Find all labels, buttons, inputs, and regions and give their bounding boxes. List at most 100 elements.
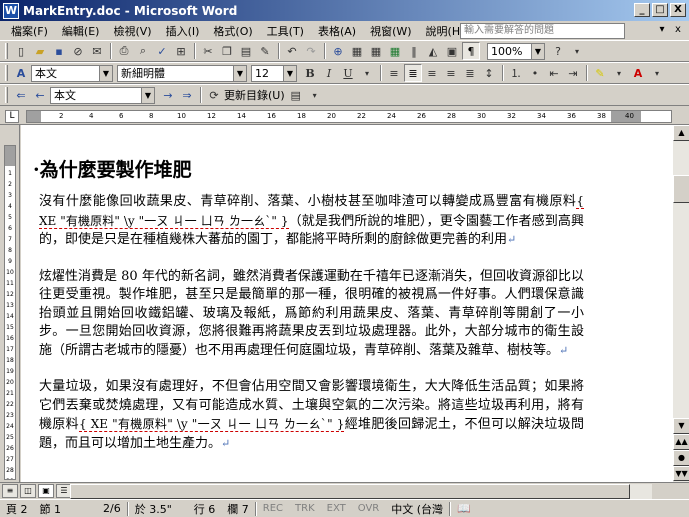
styles-formatting-icon[interactable]: A: [12, 64, 30, 82]
browse-object-icon[interactable]: ●: [673, 450, 689, 466]
print-layout-view-icon[interactable]: ▣: [38, 484, 54, 498]
highlight-icon[interactable]: ✎: [591, 64, 609, 82]
decrease-indent-icon[interactable]: ⇤: [545, 64, 563, 82]
status-ovr[interactable]: OVR: [352, 503, 385, 514]
menu-view[interactable]: 檢視(V): [106, 23, 158, 39]
promote-icon[interactable]: ←: [31, 86, 49, 104]
insert-excel-icon[interactable]: ▦: [386, 42, 404, 60]
insert-table-icon[interactable]: ▦: [367, 42, 385, 60]
help-question-input[interactable]: 輸入需要解答的問題: [460, 23, 625, 39]
zoom-dropdown-icon[interactable]: ▼: [531, 43, 544, 59]
web-layout-view-icon[interactable]: ◫: [20, 484, 36, 498]
tab-selector[interactable]: L: [5, 110, 19, 123]
print-preview-icon[interactable]: ⌕: [134, 42, 152, 60]
increase-indent-icon[interactable]: ⇥: [564, 64, 582, 82]
help-dropdown-icon[interactable]: ▾: [655, 23, 669, 37]
previous-page-icon[interactable]: ▲▲: [673, 434, 689, 450]
font-dropdown-icon[interactable]: ▼: [233, 65, 246, 81]
underline-dropdown-icon[interactable]: ▾: [358, 64, 376, 82]
document-content[interactable]: ·為什麼要製作堆肥 沒有什麼能像回收蔬果皮、青草碎削、落葉、小樹枝甚至咖啡渣可以…: [33, 155, 584, 471]
status-rec[interactable]: REC: [257, 503, 289, 514]
columns-icon[interactable]: ‖: [405, 42, 423, 60]
horizontal-ruler[interactable]: 2 4 6 8 10 12 14 16 18 20 22 24 26 28 30…: [26, 110, 672, 123]
paste-icon[interactable]: ▤: [237, 42, 255, 60]
paragraph-1[interactable]: 沒有什麼能像回收蔬果皮、青草碎削、落葉、小樹枝甚至咖啡渣可以轉變成爲豐富有機原料…: [39, 192, 584, 250]
word-app-icon[interactable]: W: [3, 2, 19, 19]
research-icon[interactable]: ⊞: [172, 42, 190, 60]
style-dropdown-icon[interactable]: ▼: [99, 65, 112, 81]
zoom-select[interactable]: 100% ▼: [487, 42, 545, 60]
hyperlink-icon[interactable]: ⊕: [329, 42, 347, 60]
copy-icon[interactable]: ❐: [218, 42, 236, 60]
close-document-button[interactable]: x: [671, 23, 685, 37]
update-toc-icon[interactable]: ⟳: [205, 86, 223, 104]
outline-level-select[interactable]: 本文 ▼: [50, 86, 155, 104]
bold-button[interactable]: B: [301, 64, 319, 82]
paragraph-3[interactable]: 大量垃圾，如果沒有處理好，不但會佔用空間又會影響環境衛生，大大降低生活品質；如果…: [39, 378, 584, 453]
font-select[interactable]: 新細明體 ▼: [117, 64, 247, 82]
scroll-thumb[interactable]: [673, 175, 689, 203]
spelling-icon[interactable]: ✓: [153, 42, 171, 60]
toc-link-icon[interactable]: ▤: [287, 86, 305, 104]
status-trk[interactable]: TRK: [289, 503, 321, 514]
help-icon[interactable]: ?: [549, 42, 567, 60]
style-select[interactable]: 本文 ▼: [31, 64, 113, 82]
justify-icon[interactable]: ≣: [404, 64, 422, 82]
menu-format[interactable]: 格式(O): [206, 23, 259, 39]
align-right-icon[interactable]: ≡: [442, 64, 460, 82]
normal-view-icon[interactable]: ≡: [2, 484, 18, 498]
heading-1[interactable]: ·為什麼要製作堆肥: [33, 155, 578, 182]
promote-heading-icon[interactable]: ⇐: [12, 86, 30, 104]
restore-button[interactable]: □: [652, 3, 668, 17]
undo-icon[interactable]: ↶: [283, 42, 301, 60]
next-page-icon[interactable]: ▼▼: [673, 466, 689, 481]
outline-options-icon[interactable]: ▾: [306, 86, 324, 104]
scroll-up-icon[interactable]: ▲: [673, 125, 689, 141]
outline-level-dropdown-icon[interactable]: ▼: [141, 87, 154, 103]
close-button[interactable]: X: [670, 3, 686, 17]
numbering-icon[interactable]: ⒈: [507, 64, 525, 82]
xe-index-field[interactable]: { XE "有機原料" \y "一ㄡ ㄐ一 ㄩㄢ ㄌ一ㄠˋ" }: [78, 417, 345, 432]
scroll-down-icon[interactable]: ▼: [673, 418, 689, 434]
menu-window[interactable]: 視窗(W): [363, 23, 418, 39]
center-icon[interactable]: ≡: [423, 64, 441, 82]
demote-icon[interactable]: →: [159, 86, 177, 104]
redo-icon[interactable]: ↷: [302, 42, 320, 60]
toolbar-grip[interactable]: [5, 65, 8, 81]
status-ext[interactable]: EXT: [321, 503, 352, 514]
drawing-icon[interactable]: ◭: [424, 42, 442, 60]
status-page[interactable]: 頁 2: [0, 501, 34, 517]
horizontal-scroll-thumb[interactable]: [70, 484, 630, 499]
show-hide-icon[interactable]: ¶: [462, 42, 480, 60]
highlight-dropdown-icon[interactable]: ▾: [610, 64, 628, 82]
italic-button[interactable]: I: [320, 64, 338, 82]
horizontal-scrollbar[interactable]: [70, 484, 652, 499]
spelling-status-icon[interactable]: 📖: [451, 502, 477, 515]
underline-button[interactable]: U: [339, 64, 357, 82]
vertical-ruler[interactable]: 1 2 3 4 5 6 7 8 9 10 11 12 13 14 15 16 17 18 19 20 21 22 23 24 2…: [4, 145, 16, 480]
save-icon[interactable]: ▪: [50, 42, 68, 60]
demote-to-body-icon[interactable]: ⇒: [178, 86, 196, 104]
menu-insert[interactable]: 插入(I): [159, 23, 207, 39]
permission-icon[interactable]: ⊘: [69, 42, 87, 60]
update-toc-button[interactable]: 更新目錄(U): [224, 87, 285, 103]
format-painter-icon[interactable]: ✎: [256, 42, 274, 60]
document-area[interactable]: ·為什麼要製作堆肥 沒有什麼能像回收蔬果皮、青草碎削、落葉、小樹枝甚至咖啡渣可以…: [21, 125, 672, 482]
font-color-dropdown-icon[interactable]: ▾: [648, 64, 666, 82]
document-map-icon[interactable]: ▣: [443, 42, 461, 60]
print-icon[interactable]: ⎙: [115, 42, 133, 60]
menu-edit[interactable]: 編輯(E): [55, 23, 107, 39]
toolbar-options-icon[interactable]: ▾: [568, 42, 586, 60]
line-spacing-icon[interactable]: ↕: [480, 64, 498, 82]
distributed-icon[interactable]: ≣: [461, 64, 479, 82]
email-icon[interactable]: ✉: [88, 42, 106, 60]
bullets-icon[interactable]: •: [526, 64, 544, 82]
cut-icon[interactable]: ✂: [199, 42, 217, 60]
vertical-scrollbar[interactable]: ▲ ▼ ▲▲ ● ▼▼: [672, 125, 689, 482]
align-left-icon[interactable]: ≡: [385, 64, 403, 82]
font-size-select[interactable]: 12 ▼: [251, 64, 297, 82]
font-size-dropdown-icon[interactable]: ▼: [283, 65, 296, 81]
menu-tools[interactable]: 工具(T): [260, 23, 311, 39]
new-icon[interactable]: ▯: [12, 42, 30, 60]
minimize-button[interactable]: _: [634, 3, 650, 17]
